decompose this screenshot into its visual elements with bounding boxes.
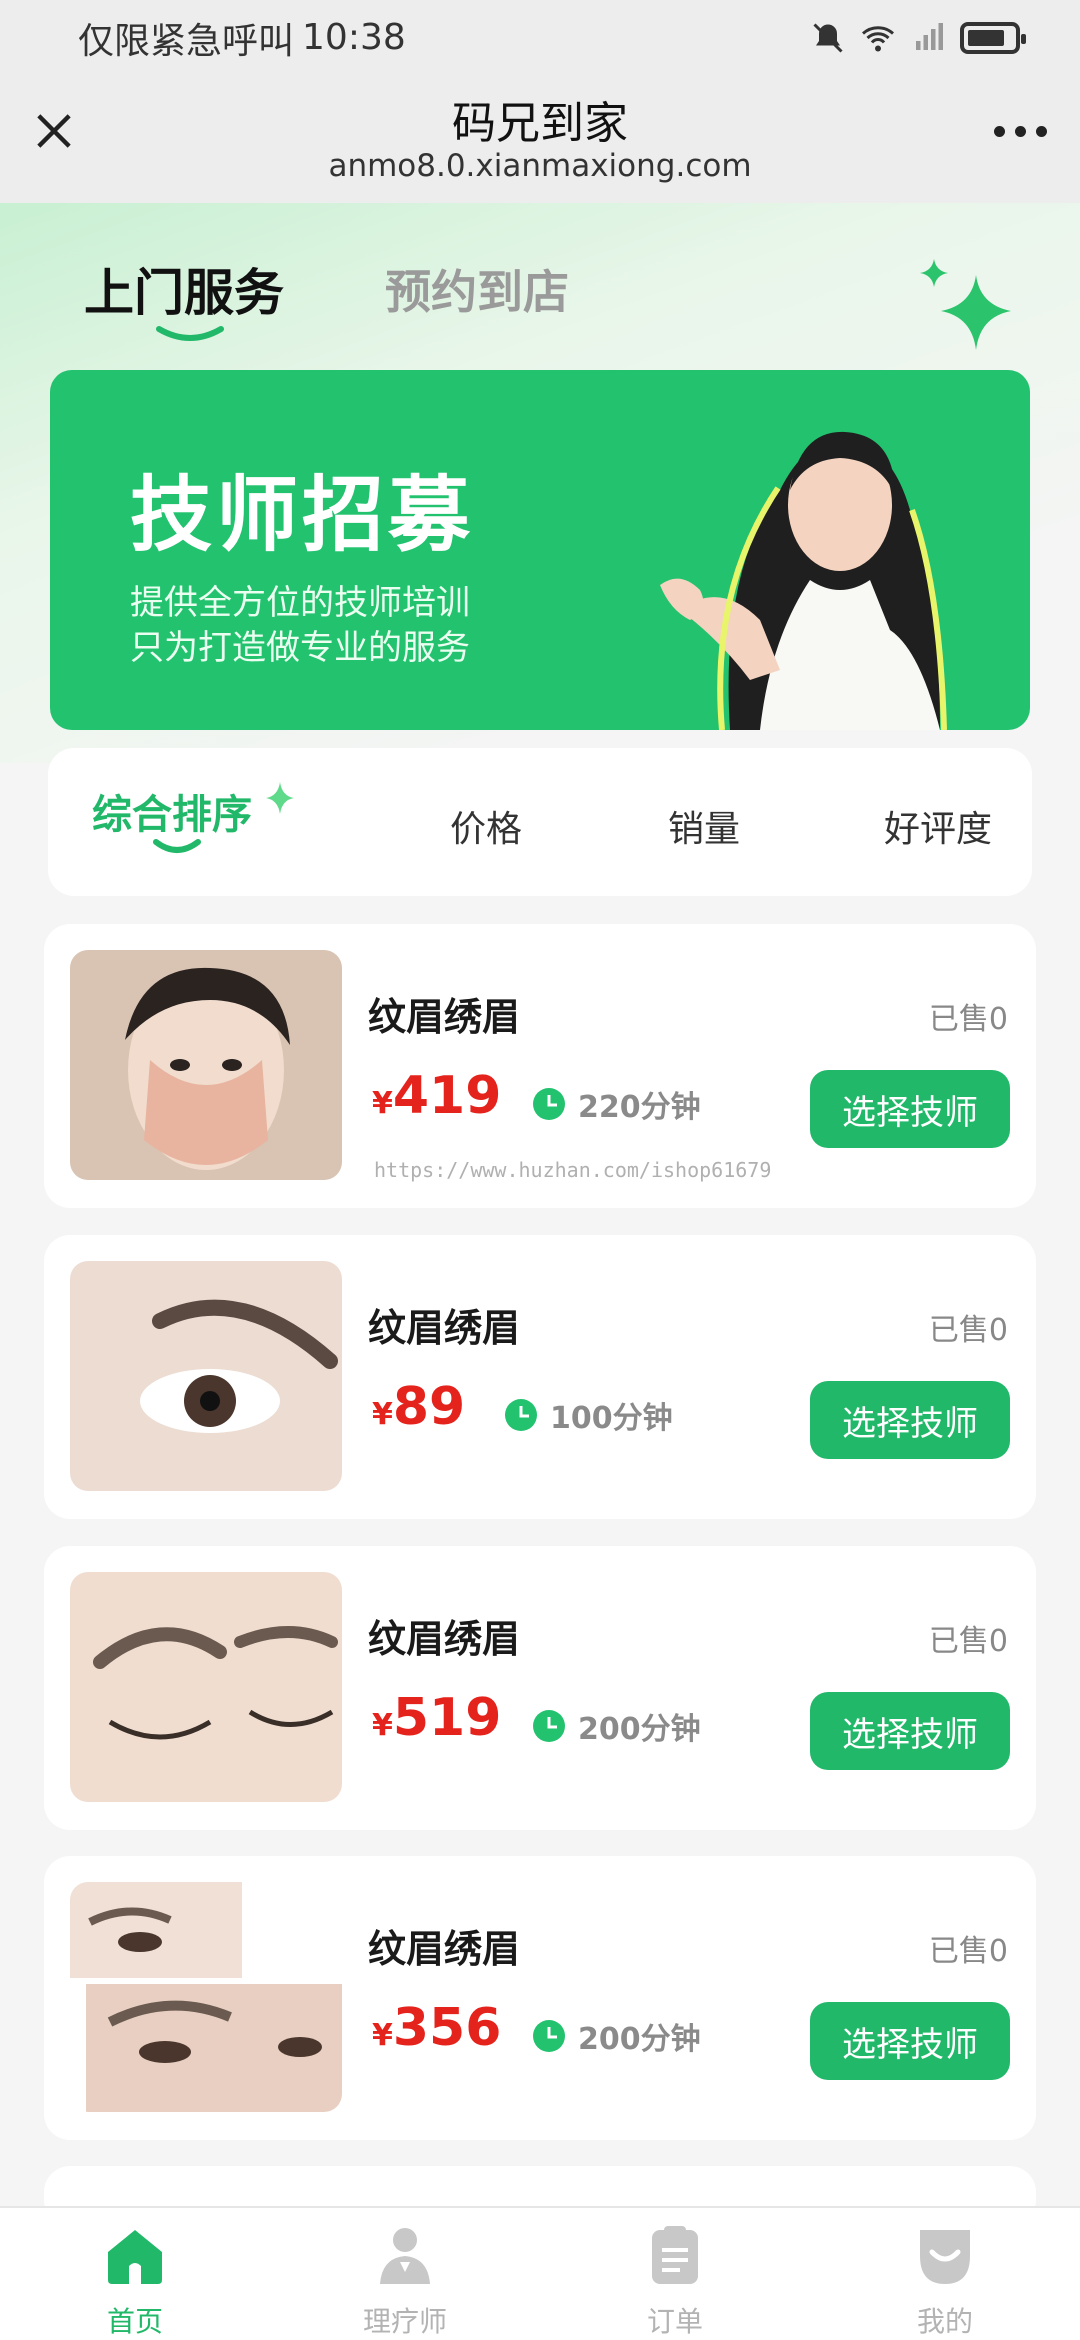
sold-count: 已售0	[928, 1934, 1008, 1969]
sort-active-indicator	[153, 839, 201, 853]
title-bar: 码兄到家 anmo8.0.xianmaxiong.com	[0, 75, 1080, 203]
sort-sparkle-icon	[266, 782, 294, 814]
tab-store-booking[interactable]: 预约到店	[385, 256, 569, 322]
select-therapist-button[interactable]: 选择技师	[810, 2002, 1010, 2080]
clock-icon	[533, 1710, 565, 1742]
tab-active-indicator	[156, 326, 224, 341]
sort-sales[interactable]: 销量	[668, 800, 740, 852]
nav-home[interactable]: 首页	[0, 2208, 270, 2340]
sort-rating[interactable]: 好评度	[884, 800, 992, 852]
tab-home-service[interactable]: 上门服务	[84, 253, 284, 325]
order-icon	[652, 2226, 698, 2284]
page-title: 码兄到家	[452, 98, 628, 149]
signal-icon	[916, 22, 943, 50]
service-duration: 100分钟	[504, 1393, 673, 1437]
service-image	[70, 950, 342, 1180]
nav-orders[interactable]: 订单	[540, 2208, 810, 2340]
sort-bar: 综合排序 价格 销量 好评度	[48, 748, 1032, 896]
service-duration: 200分钟	[532, 1704, 701, 1748]
sort-comprehensive[interactable]: 综合排序	[92, 782, 252, 840]
service-image	[70, 1882, 342, 2112]
service-card[interactable]: 纹眉绣眉 已售0 ¥519 200分钟 选择技师	[44, 1546, 1036, 1830]
nav-therapist[interactable]: 理疗师	[270, 2208, 540, 2340]
service-image	[70, 1572, 342, 1802]
select-therapist-button[interactable]: 选择技师	[810, 1381, 1010, 1459]
banner-title: 技师招募	[130, 468, 475, 563]
service-price: ¥419	[372, 1066, 502, 1126]
service-title: 纹眉绣眉	[368, 1306, 521, 1350]
header-area: 上门服务 预约到店 技师招募 提供全方位的技师培训 只为打造做专业的服务	[0, 203, 1080, 763]
mute-bell-icon	[813, 22, 843, 53]
profile-icon	[920, 2230, 970, 2284]
banner-model-image	[660, 431, 947, 730]
clock-icon	[533, 2020, 565, 2052]
nav-profile[interactable]: 我的	[810, 2208, 1080, 2340]
clock-icon	[505, 1399, 537, 1431]
sort-price[interactable]: 价格	[450, 800, 522, 852]
service-card[interactable]: 纹眉绣眉 已售0 ¥89 100分钟 选择技师	[44, 1235, 1036, 1519]
more-menu-icon[interactable]	[988, 113, 1052, 149]
bottom-nav: 首页 理疗师 订单 我的	[0, 2206, 1080, 2340]
sold-count: 已售0	[928, 1002, 1008, 1037]
watermark-text: https://www.huzhan.com/ishop61679	[374, 1158, 772, 1182]
sparkle-icon	[920, 259, 1011, 350]
service-price: ¥89	[372, 1377, 466, 1437]
service-title: 纹眉绣眉	[368, 995, 521, 1039]
service-price: ¥519	[372, 1688, 502, 1748]
service-card[interactable]: 纹眉绣眉 已售0 ¥419 220分钟 选择技师 https://www.huz…	[44, 924, 1036, 1208]
service-title: 纹眉绣眉	[368, 1617, 521, 1661]
therapist-icon	[380, 2228, 430, 2284]
sold-count: 已售0	[928, 1313, 1008, 1348]
recruit-banner[interactable]: 技师招募 提供全方位的技师培训 只为打造做专业的服务	[50, 370, 1030, 730]
service-title: 纹眉绣眉	[368, 1927, 521, 1971]
banner-subtitle-2: 只为打造做专业的服务	[130, 628, 470, 668]
battery-icon	[960, 21, 1026, 54]
page-url: anmo8.0.xianmaxiong.com	[328, 148, 752, 184]
select-therapist-button[interactable]: 选择技师	[810, 1692, 1010, 1770]
banner-subtitle-1: 提供全方位的技师培训	[130, 583, 470, 623]
sold-count: 已售0	[928, 1624, 1008, 1659]
wifi-icon	[862, 25, 894, 51]
clock-icon	[533, 1088, 565, 1120]
service-duration: 200分钟	[532, 2014, 701, 2058]
status-time: 10:38	[302, 17, 406, 58]
home-icon	[108, 2230, 162, 2284]
service-card[interactable]: 纹眉绣眉 已售0 ¥356 200分钟 选择技师	[44, 1856, 1036, 2140]
service-image	[70, 1261, 342, 1491]
service-price: ¥356	[372, 1998, 502, 2058]
select-therapist-button[interactable]: 选择技师	[810, 1070, 1010, 1148]
service-duration: 220分钟	[532, 1082, 701, 1126]
status-bar: 仅限紧急呼叫 10:38	[0, 0, 1080, 75]
carrier-text: 仅限紧急呼叫	[78, 20, 295, 62]
